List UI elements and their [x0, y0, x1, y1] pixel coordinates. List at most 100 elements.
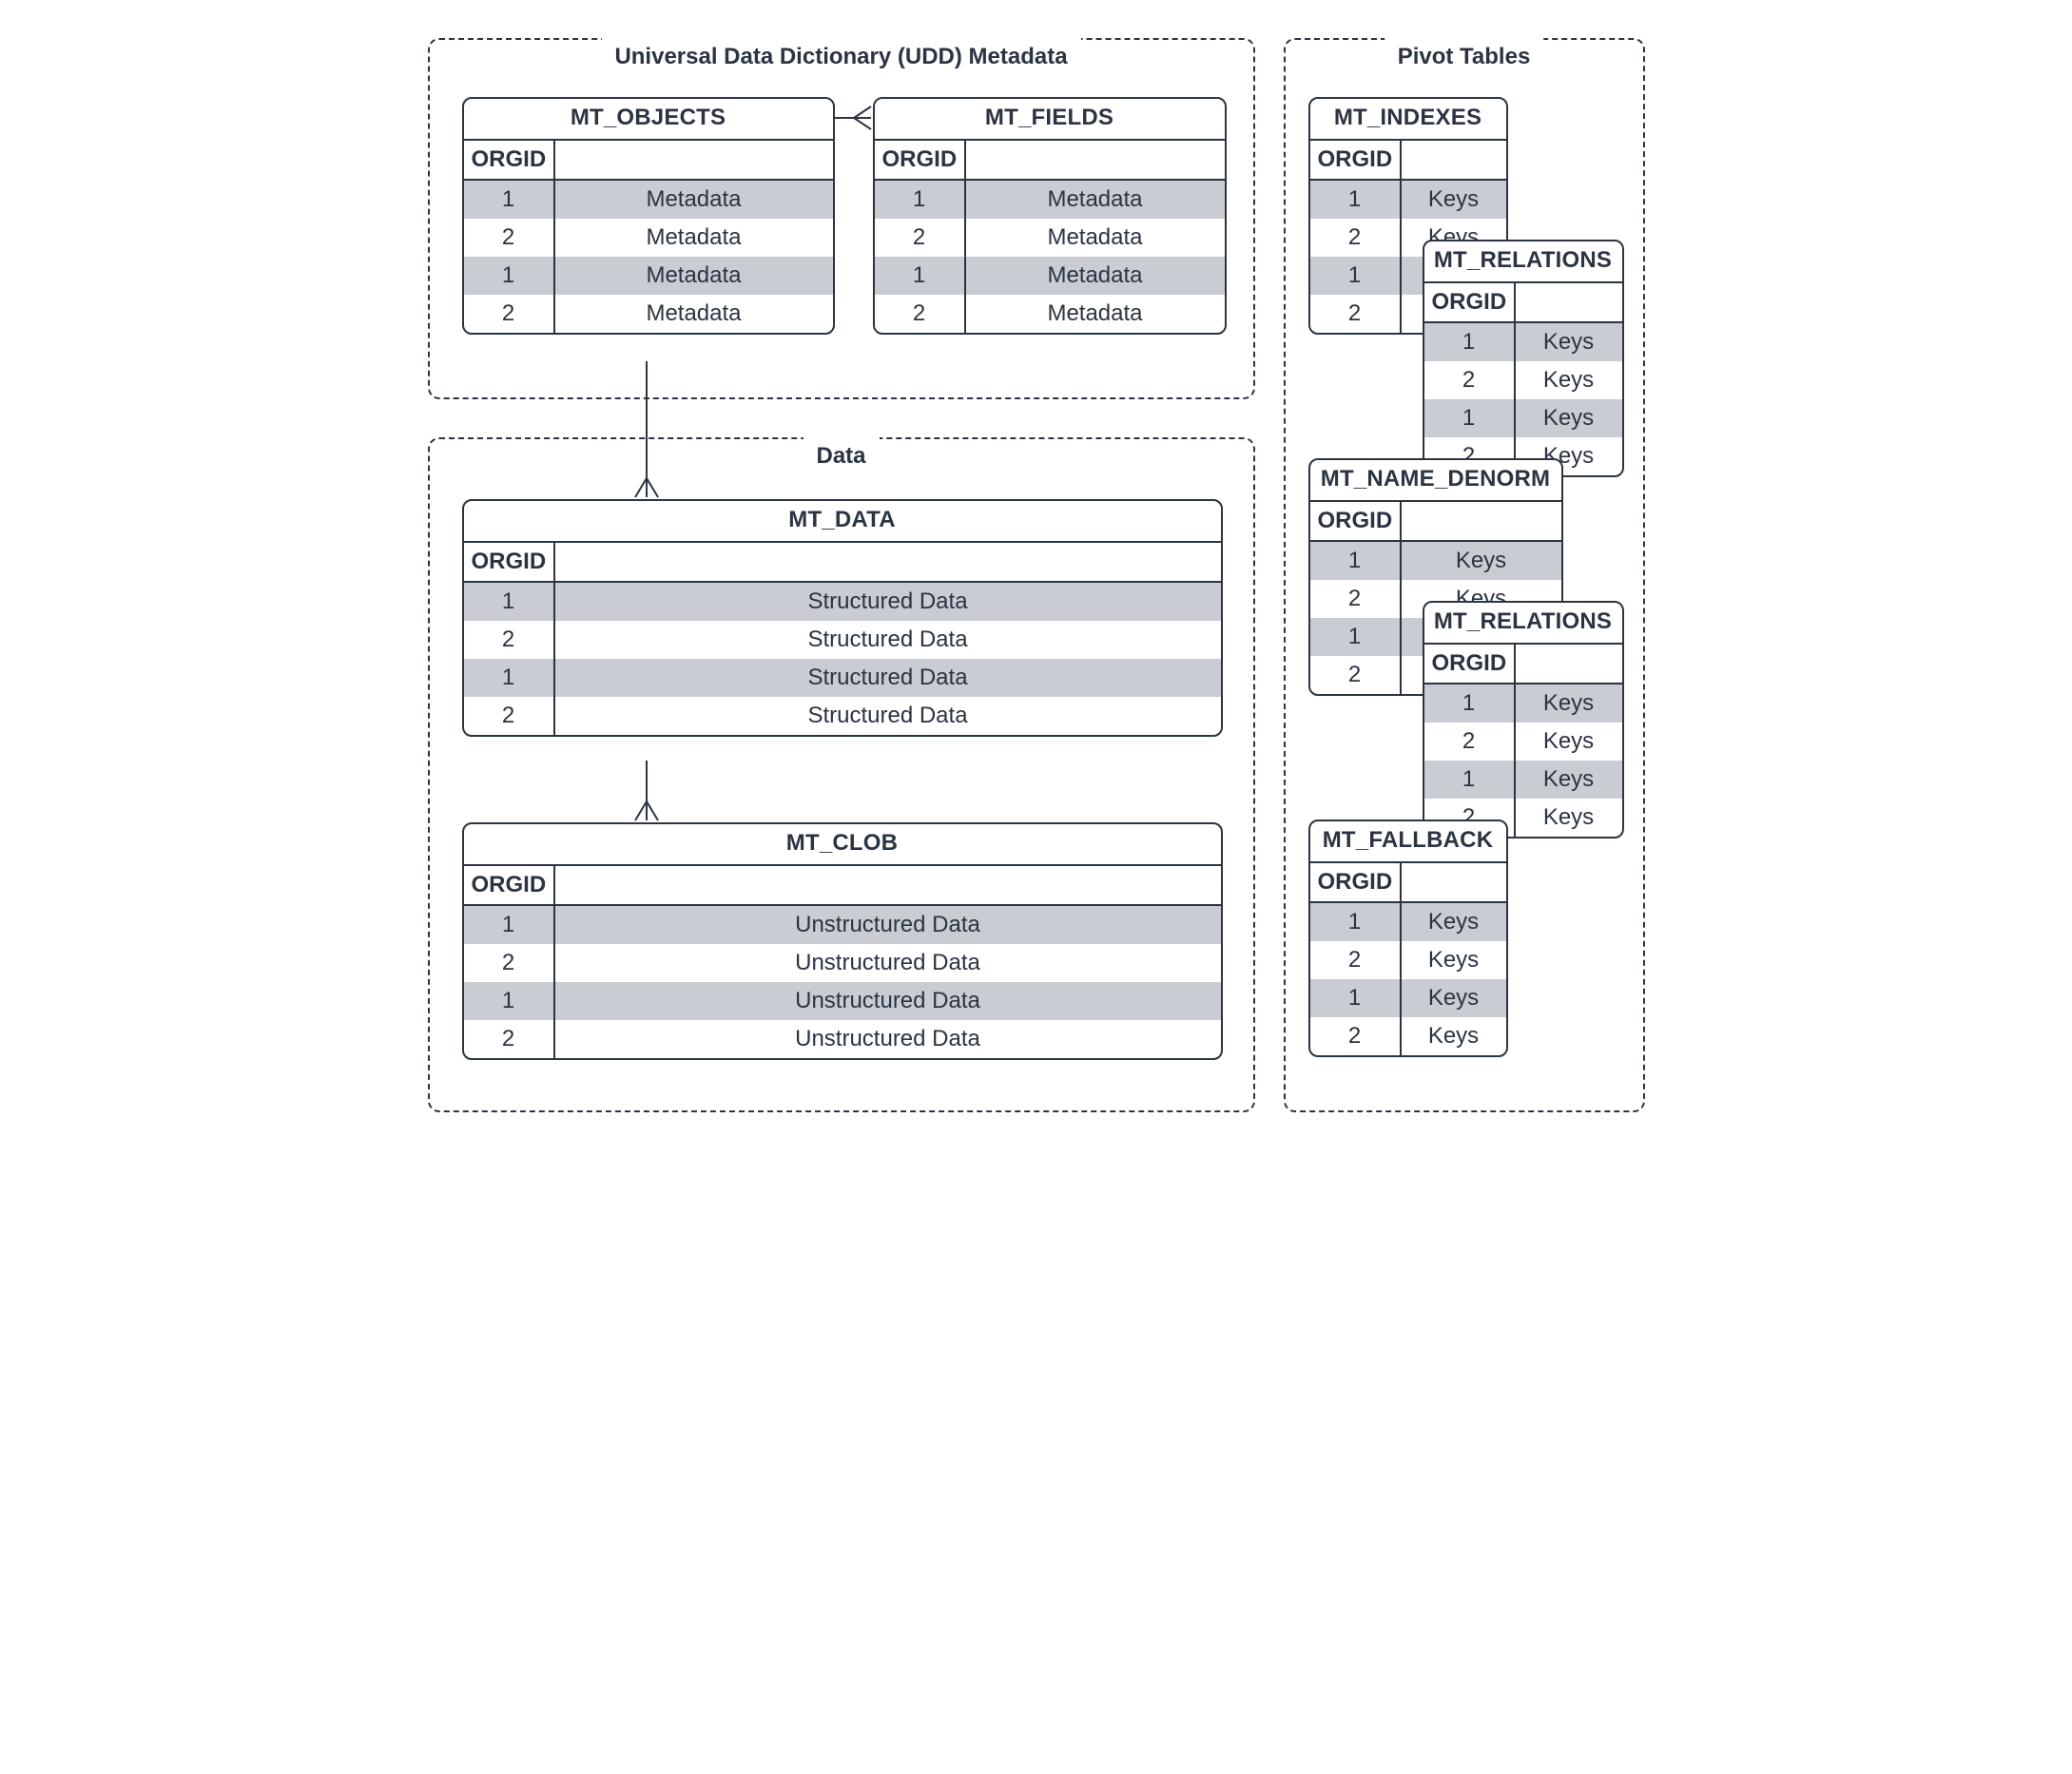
cell-orgid: 2 [875, 219, 966, 257]
table-row: 2Unstructured Data [464, 1020, 1221, 1058]
column-header [1516, 645, 1622, 683]
region-pivot: Pivot Tables MT_INDEXESORGID1Keys2Keys1K… [1284, 38, 1645, 1112]
region-title: Universal Data Dictionary (UDD) Metadata [601, 38, 1080, 74]
cell-value: Keys [1402, 1017, 1506, 1055]
cell-orgid: 1 [1310, 979, 1402, 1017]
cell-value: Keys [1402, 941, 1506, 979]
table-row: 1Keys [1310, 979, 1506, 1017]
cell-value: Keys [1402, 181, 1506, 219]
region-title: Pivot Tables [1385, 38, 1544, 74]
column-header [1402, 141, 1506, 179]
table-title: MT_DATA [464, 501, 1221, 543]
column-header: ORGID [1310, 863, 1402, 901]
column-header [1402, 863, 1506, 901]
table-header-row: ORGID [464, 141, 833, 181]
cell-value: Structured Data [555, 621, 1221, 659]
cell-orgid: 1 [1310, 257, 1402, 295]
table-row: 2Metadata [875, 219, 1225, 257]
table-title: MT_FALLBACK [1310, 821, 1506, 863]
cell-orgid: 1 [464, 906, 555, 944]
table-row: 2Keys [1310, 941, 1506, 979]
cell-value: Unstructured Data [555, 944, 1221, 982]
cell-value: Metadata [555, 295, 833, 333]
table-row: 2Unstructured Data [464, 944, 1221, 982]
column-header [555, 866, 1221, 904]
table-row: 1Unstructured Data [464, 906, 1221, 944]
table-row: 1Metadata [875, 181, 1225, 219]
cell-orgid: 2 [875, 295, 966, 333]
cell-value: Keys [1516, 323, 1622, 361]
table-title: MT_FIELDS [875, 99, 1225, 141]
table-row: 1Metadata [875, 257, 1225, 295]
cell-value: Metadata [966, 295, 1225, 333]
cell-orgid: 2 [1310, 1017, 1402, 1055]
table-row: 2Keys [1424, 723, 1622, 761]
cell-orgid: 1 [1424, 323, 1516, 361]
cell-orgid: 2 [464, 697, 555, 735]
table-row: 2Keys [1310, 1017, 1506, 1055]
table-row: 2Metadata [464, 219, 833, 257]
table-title: MT_RELATIONS [1424, 241, 1622, 283]
cell-value: Keys [1402, 542, 1561, 580]
table-mt-relations: MT_RELATIONSORGID1Keys2Keys1Keys2Keys [1423, 601, 1624, 839]
diagram-canvas: Universal Data Dictionary (UDD) Metadata… [428, 38, 1645, 1312]
column-header: ORGID [1310, 141, 1402, 179]
cell-orgid: 2 [1310, 219, 1402, 257]
column-header [555, 141, 833, 179]
cell-orgid: 2 [1310, 656, 1402, 694]
table-row: 1Keys [1310, 542, 1561, 580]
table-row: 2Structured Data [464, 697, 1221, 735]
table-row: 1Keys [1310, 181, 1506, 219]
table-row: 1Keys [1424, 399, 1622, 437]
cell-value: Metadata [966, 219, 1225, 257]
cell-value: Keys [1516, 723, 1622, 761]
cell-orgid: 2 [464, 621, 555, 659]
cell-value: Metadata [555, 257, 833, 295]
cell-orgid: 2 [1424, 361, 1516, 399]
cell-value: Metadata [966, 181, 1225, 219]
table-title: MT_NAME_DENORM [1310, 460, 1561, 502]
cell-orgid: 2 [1424, 723, 1516, 761]
cell-value: Structured Data [555, 697, 1221, 735]
table-mt-clob: MT_CLOBORGID1Unstructured Data2Unstructu… [462, 822, 1223, 1060]
table-header-row: ORGID [464, 866, 1221, 906]
cell-orgid: 1 [464, 257, 555, 295]
table-row: 1Unstructured Data [464, 982, 1221, 1020]
table-title: MT_OBJECTS [464, 99, 833, 141]
table-row: 1Keys [1424, 685, 1622, 723]
table-header-row: ORGID [464, 543, 1221, 583]
cell-value: Unstructured Data [555, 982, 1221, 1020]
table-header-row: ORGID [1310, 502, 1561, 542]
cell-value: Keys [1402, 903, 1506, 941]
cell-value: Metadata [555, 219, 833, 257]
column-header: ORGID [1310, 502, 1402, 540]
table-mt-fallback: MT_FALLBACKORGID1Keys2Keys1Keys2Keys [1308, 820, 1508, 1057]
cell-orgid: 2 [1310, 580, 1402, 618]
cell-value: Keys [1402, 979, 1506, 1017]
table-row: 2Keys [1424, 361, 1622, 399]
table-row: 2Structured Data [464, 621, 1221, 659]
cell-orgid: 1 [1424, 399, 1516, 437]
column-header: ORGID [1424, 645, 1516, 683]
table-mt-fields: MT_FIELDSORGID1Metadata2Metadata1Metadat… [873, 97, 1227, 335]
table-mt-data: MT_DATAORGID1Structured Data2Structured … [462, 499, 1223, 737]
column-header: ORGID [464, 141, 555, 179]
cell-orgid: 1 [464, 982, 555, 1020]
cell-value: Unstructured Data [555, 1020, 1221, 1058]
cell-orgid: 1 [1310, 181, 1402, 219]
cell-value: Keys [1516, 399, 1622, 437]
cell-orgid: 2 [1310, 295, 1402, 333]
table-header-row: ORGID [875, 141, 1225, 181]
region-title: Data [803, 437, 879, 473]
table-row: 1Structured Data [464, 583, 1221, 621]
table-title: MT_INDEXES [1310, 99, 1506, 141]
cell-value: Structured Data [555, 659, 1221, 697]
cell-orgid: 2 [464, 295, 555, 333]
cell-orgid: 2 [464, 1020, 555, 1058]
cell-orgid: 1 [1424, 685, 1516, 723]
table-mt-objects: MT_OBJECTSORGID1Metadata2Metadata1Metada… [462, 97, 835, 335]
column-header: ORGID [1424, 283, 1516, 321]
cell-value: Metadata [966, 257, 1225, 295]
cell-orgid: 1 [875, 181, 966, 219]
column-header [1402, 502, 1561, 540]
